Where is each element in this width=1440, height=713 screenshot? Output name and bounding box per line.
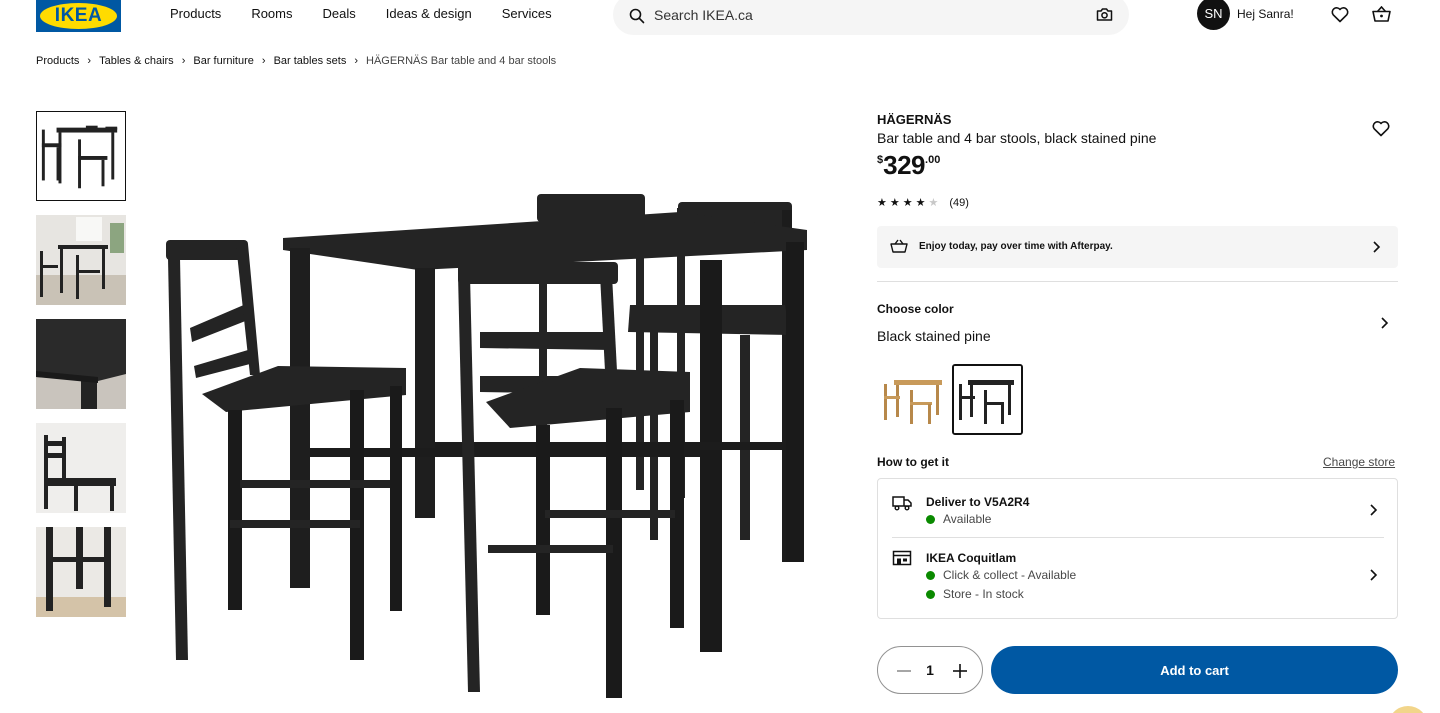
ikea-logo[interactable]: IKEA: [36, 0, 121, 32]
nav-rooms[interactable]: Rooms: [251, 6, 292, 21]
in-stock-dot-icon: [926, 589, 935, 599]
cart-icon[interactable]: [1372, 5, 1391, 28]
afterpay-banner[interactable]: Enjoy today, pay over time with Afterpay…: [877, 226, 1398, 268]
nav-deals[interactable]: Deals: [323, 6, 356, 21]
delivery-status: Available: [926, 512, 991, 526]
logo-text: IKEA: [54, 5, 103, 26]
breadcrumb-current: HÄGERNÄS Bar table and 4 bar stools: [366, 55, 557, 67]
chevron-right-icon: [1369, 503, 1379, 522]
product-description: Bar table and 4 bar stools, black staine…: [877, 130, 1157, 146]
main-product-image[interactable]: [150, 180, 830, 705]
store-icon: [892, 550, 912, 571]
thumbnail-1[interactable]: [36, 111, 126, 201]
chat-bubble-icon[interactable]: [1388, 706, 1428, 713]
section-divider: [877, 281, 1398, 282]
availability-box: Deliver to V5A2R4 Available IKEA Coquitl…: [877, 478, 1398, 619]
avatar[interactable]: SN: [1197, 0, 1230, 30]
logo-oval: IKEA: [40, 3, 117, 29]
rating-count[interactable]: (49): [949, 197, 969, 209]
price-integer: 329: [883, 150, 926, 180]
chevron-right-icon: ›: [181, 55, 186, 67]
delivery-truck-icon: [892, 495, 912, 516]
site-header: IKEA Products Rooms Deals Ideas & design…: [0, 0, 1440, 38]
camera-search-icon[interactable]: [1096, 7, 1113, 27]
chevron-right-icon: [1372, 240, 1382, 259]
chevron-right-icon: [1369, 568, 1379, 587]
store-row[interactable]: IKEA Coquitlam Click & collect - Availab…: [878, 538, 1397, 618]
change-store-link[interactable]: Change store: [1323, 455, 1395, 469]
nav-products[interactable]: Products: [170, 6, 221, 21]
add-to-cart-button[interactable]: Add to cart: [991, 646, 1398, 694]
chevron-right-icon: ›: [261, 55, 266, 67]
breadcrumb-products[interactable]: Products: [36, 55, 79, 67]
product-rating[interactable]: ★ ★ ★ ★ ★ (49): [877, 196, 969, 210]
star-filled-icon: ★: [902, 197, 913, 209]
thumbnail-2[interactable]: [36, 215, 126, 305]
click-collect-text: Click & collect - Available: [943, 568, 1077, 582]
afterpay-text: Enjoy today, pay over time with Afterpay…: [919, 241, 1113, 252]
star-filled-icon: ★: [889, 197, 900, 209]
available-dot-icon: [926, 514, 935, 524]
click-collect-status: Click & collect - Available: [926, 568, 1076, 582]
store-stock-text: Store - In stock: [943, 587, 1024, 601]
breadcrumb-tables-chairs[interactable]: Tables & chairs: [99, 55, 174, 67]
minus-icon[interactable]: [894, 661, 914, 681]
available-dot-icon: [926, 570, 935, 580]
selected-color: Black stained pine: [877, 328, 991, 344]
how-to-get-it-label: How to get it: [877, 455, 949, 469]
product-name: HÄGERNÄS: [877, 112, 952, 127]
star-filled-icon: ★: [915, 197, 926, 209]
search-input[interactable]: [654, 3, 1074, 27]
nav-services[interactable]: Services: [502, 6, 552, 21]
product-price: $ 329 .00: [877, 150, 940, 180]
chevron-right-icon: ›: [87, 55, 92, 67]
delivery-status-text: Available: [943, 512, 992, 526]
store-title: IKEA Coquitlam: [926, 551, 1017, 565]
favourite-heart-icon[interactable]: [1372, 120, 1390, 142]
chevron-right-icon: ›: [354, 55, 358, 67]
heart-icon[interactable]: [1331, 6, 1349, 28]
thumbnail-4[interactable]: [36, 423, 126, 513]
user-greeting[interactable]: Hej Sanra!: [1237, 7, 1294, 21]
delivery-title: Deliver to V5A2R4: [926, 495, 1030, 509]
search-bar: [613, 0, 1129, 35]
quantity-stepper: 1: [877, 646, 983, 694]
plus-icon[interactable]: [950, 661, 970, 681]
breadcrumb-bar-tables-sets[interactable]: Bar tables sets: [274, 55, 347, 67]
thumbnail-3[interactable]: [36, 319, 126, 409]
quantity-value[interactable]: 1: [922, 662, 938, 678]
breadcrumb: Products › Tables & chairs › Bar furnitu…: [36, 55, 556, 67]
choose-color-label: Choose color: [877, 302, 954, 316]
search-icon[interactable]: [629, 8, 645, 29]
thumbnail-5[interactable]: [36, 527, 126, 617]
star-empty-icon: ★: [928, 197, 939, 209]
shopping-basket-icon: [890, 239, 908, 259]
color-swatch-black-stained-pine[interactable]: [952, 364, 1023, 435]
star-filled-icon: ★: [877, 197, 887, 209]
main-nav: Products Rooms Deals Ideas & design Serv…: [170, 6, 582, 21]
delivery-row[interactable]: Deliver to V5A2R4 Available: [878, 479, 1397, 537]
store-stock-status: Store - In stock: [926, 587, 1024, 601]
breadcrumb-bar-furniture[interactable]: Bar furniture: [193, 55, 254, 67]
color-swatch-natural-pine[interactable]: [878, 364, 949, 435]
price-decimal: .00: [925, 154, 941, 166]
chevron-right-icon[interactable]: [1380, 316, 1390, 335]
nav-ideas-design[interactable]: Ideas & design: [386, 6, 472, 21]
